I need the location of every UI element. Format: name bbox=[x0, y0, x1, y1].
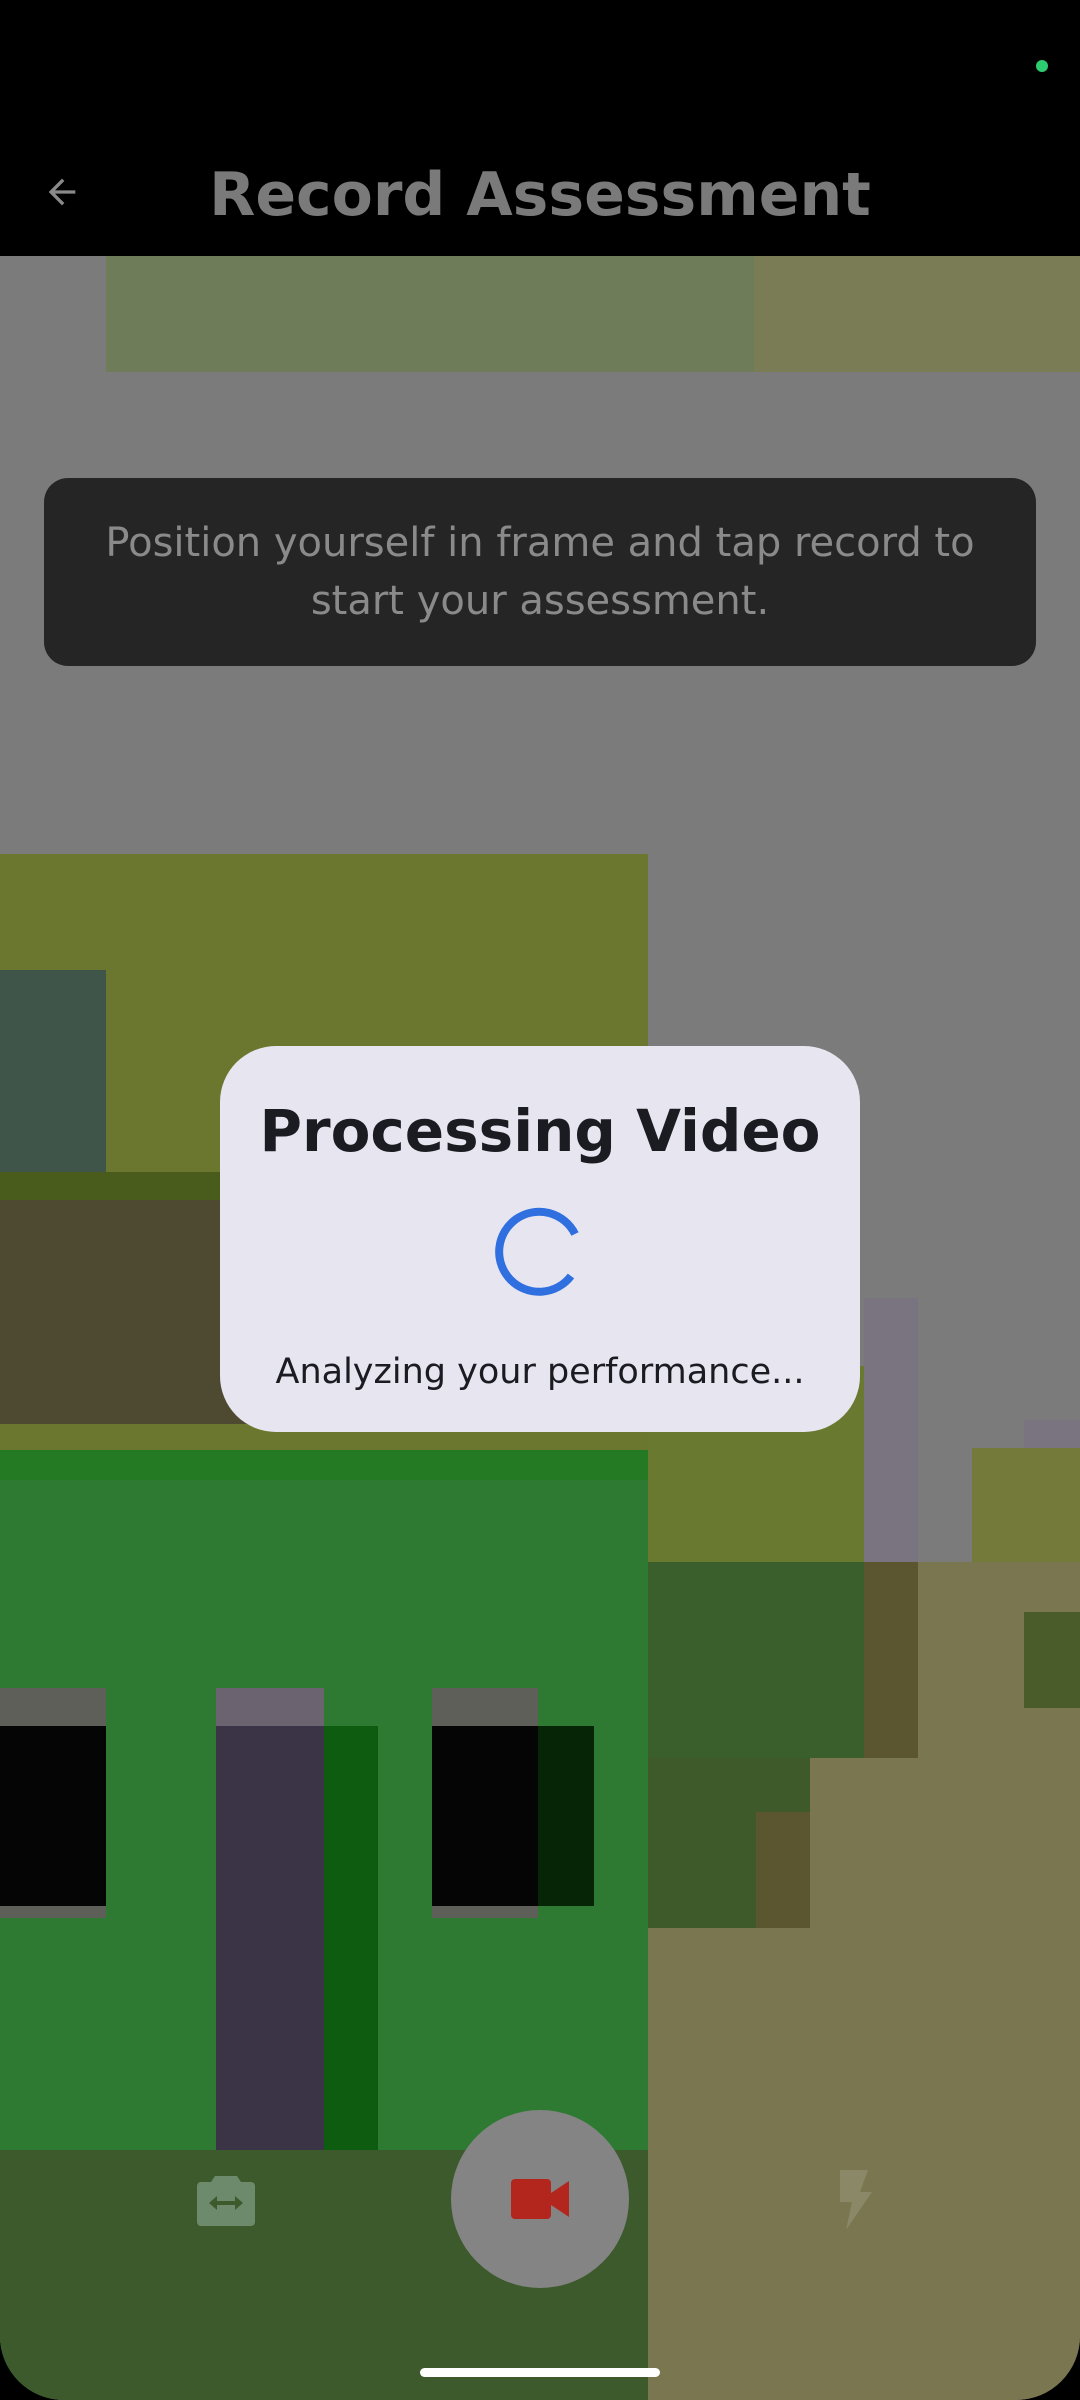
status-indicator bbox=[1036, 60, 1048, 72]
preview-block bbox=[216, 1688, 324, 1726]
page-title: Record Assessment bbox=[209, 160, 871, 230]
preview-block bbox=[1024, 1612, 1080, 1708]
preview-block bbox=[538, 1726, 594, 1906]
switch-camera-icon bbox=[197, 2176, 255, 2226]
preview-block bbox=[754, 256, 1080, 372]
preview-block bbox=[0, 970, 106, 1202]
preview-block bbox=[864, 1562, 918, 1758]
processing-dialog: Processing Video Analyzing your performa… bbox=[220, 1046, 860, 1432]
preview-block bbox=[864, 1298, 918, 1562]
door bbox=[216, 1688, 324, 2150]
instruction-banner: Position yourself in frame and tap recor… bbox=[44, 478, 1036, 666]
preview-block bbox=[648, 1758, 810, 1812]
preview-block bbox=[324, 1726, 378, 2150]
preview-block bbox=[648, 1812, 756, 1928]
preview-block bbox=[756, 1812, 810, 1928]
preview-block bbox=[648, 1562, 864, 1758]
dialog-subtitle: Analyzing your performance... bbox=[275, 1352, 805, 1392]
switch-camera-button[interactable] bbox=[186, 2160, 266, 2240]
app-bar: Record Assessment bbox=[0, 0, 1080, 256]
preview-block bbox=[106, 256, 754, 372]
instruction-text: Position yourself in frame and tap recor… bbox=[105, 520, 975, 624]
screen: Record Assessment Position yourself in f… bbox=[0, 0, 1080, 2400]
preview-block bbox=[972, 1448, 1080, 1562]
preview-block bbox=[0, 1450, 648, 1480]
window bbox=[0, 1726, 106, 1906]
loading-spinner-icon bbox=[495, 1207, 579, 1296]
flash-icon bbox=[840, 2170, 872, 2230]
record-button[interactable] bbox=[451, 2110, 629, 2288]
home-indicator[interactable] bbox=[420, 2368, 660, 2377]
preview-block bbox=[1024, 1420, 1080, 1448]
flash-button[interactable] bbox=[814, 2160, 894, 2240]
dialog-title: Processing Video bbox=[259, 1097, 821, 1165]
video-camera-icon bbox=[511, 2179, 569, 2219]
